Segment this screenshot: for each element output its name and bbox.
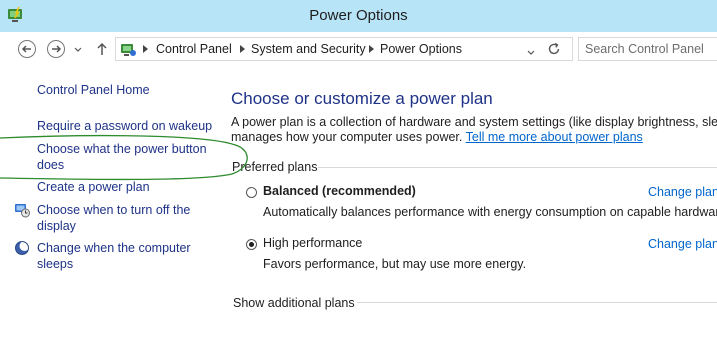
learn-more-link[interactable]: Tell me more about power plans bbox=[466, 130, 643, 144]
refresh-icon[interactable] bbox=[546, 41, 562, 62]
window-title: Power Options bbox=[309, 7, 408, 24]
page-title: Choose or customize a power plan bbox=[231, 89, 493, 108]
change-plan-high-performance-link[interactable]: Change plan bbox=[648, 237, 717, 251]
plan-description-balanced: Automatically balances performance with … bbox=[263, 205, 717, 219]
sidebar-item-label: Choose what the power button bbox=[37, 142, 207, 156]
chevron-down-icon[interactable] bbox=[72, 39, 84, 59]
plan-name-high-performance[interactable]: High performance bbox=[263, 236, 362, 250]
sidebar-item-label: display bbox=[37, 219, 76, 233]
description-line-with-link: manages how your computer uses power. Te… bbox=[231, 130, 717, 145]
sleep-moon-icon bbox=[15, 241, 30, 255]
control-panel-icon bbox=[121, 44, 136, 56]
sidebar-item-label: does bbox=[37, 158, 65, 172]
breadcrumb-power-options[interactable]: Power Options bbox=[380, 42, 462, 56]
search-box[interactable] bbox=[578, 37, 717, 61]
sidebar-item-create-plan[interactable]: Create a power plan bbox=[37, 179, 150, 195]
show-additional-plans-button[interactable]: Show additional plans bbox=[233, 296, 355, 310]
breadcrumb-system-and-security[interactable]: System and Security bbox=[251, 42, 366, 56]
up-arrow-icon[interactable] bbox=[95, 39, 109, 59]
breadcrumb-control-panel[interactable]: Control Panel bbox=[156, 42, 232, 56]
breadcrumb-separator-icon bbox=[143, 45, 148, 53]
sidebar-item-power-button[interactable]: Choose what the power button does bbox=[37, 141, 207, 173]
search-input[interactable] bbox=[585, 39, 715, 59]
group-divider bbox=[318, 167, 717, 168]
show-additional-divider bbox=[357, 302, 717, 303]
chevron-down-icon[interactable] bbox=[526, 45, 536, 63]
preferred-plans-label: Preferred plans bbox=[232, 160, 318, 174]
description-line: A power plan is a collection of hardware… bbox=[231, 115, 717, 129]
page-description: A power plan is a collection of hardware… bbox=[231, 115, 717, 145]
radio-selected-dot bbox=[249, 242, 254, 247]
address-bar[interactable]: Control Panel System and Security Power … bbox=[115, 37, 573, 61]
change-plan-balanced-link[interactable]: Change plan bbox=[648, 185, 717, 199]
sidebar-item-computer-sleeps[interactable]: Change when the computer sleeps bbox=[37, 240, 191, 272]
sidebar-item-label: sleeps bbox=[37, 257, 74, 271]
breadcrumb-separator-icon[interactable] bbox=[369, 45, 374, 53]
plan-name-balanced[interactable]: Balanced (recommended) bbox=[263, 184, 416, 198]
title-bar: Power Options bbox=[0, 0, 717, 32]
balanced-radio[interactable] bbox=[246, 187, 257, 198]
navigation-bar: Control Panel System and Security Power … bbox=[0, 32, 717, 66]
display-timer-icon bbox=[15, 204, 30, 218]
plan-description-high-performance: Favors performance, but may use more ene… bbox=[263, 257, 527, 271]
description-text: manages how your computer uses power. bbox=[231, 130, 463, 144]
sidebar-item-label: Choose when to turn off the bbox=[37, 203, 191, 217]
sidebar-item-label: Change when the computer bbox=[37, 241, 191, 255]
high-performance-radio[interactable] bbox=[246, 239, 257, 250]
back-arrow-icon[interactable] bbox=[17, 39, 37, 59]
sidebar-control-panel-home[interactable]: Control Panel Home bbox=[37, 82, 150, 98]
forward-arrow-icon[interactable] bbox=[46, 39, 66, 59]
sidebar-item-turn-off-display[interactable]: Choose when to turn off the display bbox=[37, 202, 190, 234]
breadcrumb-separator-icon[interactable] bbox=[240, 45, 245, 53]
sidebar-item-require-password[interactable]: Require a password on wakeup bbox=[37, 118, 212, 134]
